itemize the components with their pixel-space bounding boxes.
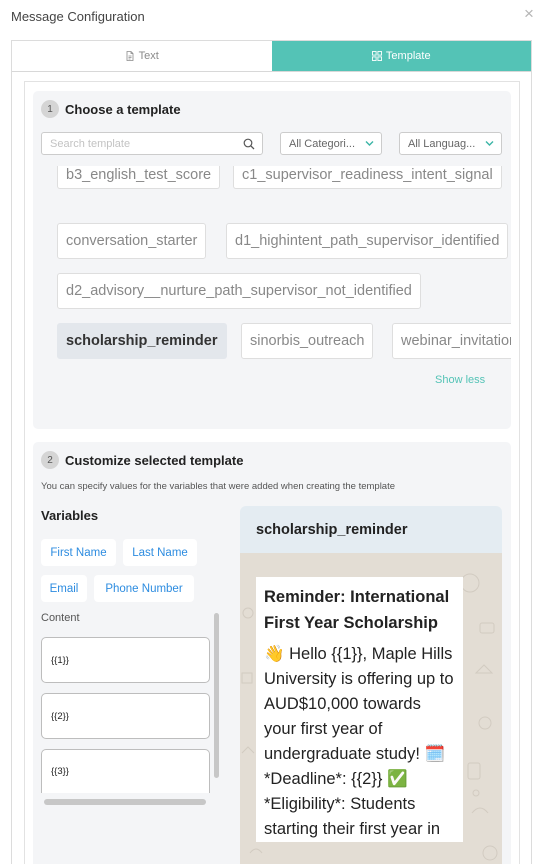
preview-template-name: scholarship_reminder <box>240 506 502 553</box>
choose-template-section: 1 Choose a template All Categori... All … <box>33 91 511 429</box>
tab-text[interactable]: Text <box>12 41 272 71</box>
tab-bar: Text Template <box>12 41 531 72</box>
document-icon <box>126 51 134 61</box>
tab-template[interactable]: Template <box>271 41 531 71</box>
message-configuration-dialog: Message Configuration × Text Template 1 … <box>0 0 548 864</box>
config-panel: Text Template 1 Choose a template All <box>11 40 532 864</box>
show-less-link[interactable]: Show less <box>435 374 485 386</box>
variables-heading: Variables <box>41 508 99 523</box>
content-field-1[interactable]: {{1}} <box>41 637 210 683</box>
variable-first-name[interactable]: First Name <box>41 539 116 566</box>
template-preview: scholarship_reminder Reminder: Internati… <box>240 506 502 864</box>
tab-template-label: Template <box>385 50 431 62</box>
section-description: You can specify values for the variables… <box>41 481 396 492</box>
step2-title: Customize selected template <box>65 452 244 468</box>
template-chip[interactable]: conversation_starter <box>57 223 207 259</box>
variable-email[interactable]: Email <box>41 575 87 602</box>
template-chip[interactable]: sinorbis_outreach <box>241 323 374 359</box>
template-chip[interactable]: d1_highintent_path_supervisor_identified <box>226 223 509 259</box>
template-content-area: 1 Choose a template All Categori... All … <box>24 81 520 864</box>
customize-template-section: 2 Customize selected template You can sp… <box>33 442 511 864</box>
close-icon[interactable]: × <box>521 4 537 24</box>
grid-icon <box>371 51 382 61</box>
step-number-badge: 2 <box>41 451 59 469</box>
template-chip-selected[interactable]: scholarship_reminder <box>57 323 227 359</box>
preview-chat-background: Reminder: International First Year Schol… <box>240 553 502 864</box>
step2-header: 2 Customize selected template <box>41 451 243 469</box>
variable-phone-number[interactable]: Phone Number <box>94 575 194 602</box>
message-body: 👋 Hello {{1}}, Maple Hills University is… <box>264 645 454 838</box>
template-list: b3_english_test_score c1_supervisor_read… <box>33 91 511 429</box>
template-chip[interactable]: c1_supervisor_readiness_intent_signal <box>233 166 502 189</box>
template-chip[interactable]: d2_advisory__nurture_path_supervisor_not… <box>57 273 421 309</box>
dialog-title: Message Configuration <box>11 9 145 24</box>
content-field-2[interactable]: {{2}} <box>41 693 210 739</box>
template-chip[interactable]: b3_english_test_score <box>57 166 221 189</box>
message-bubble: Reminder: International First Year Schol… <box>256 577 463 842</box>
template-chip[interactable]: webinar_invitation <box>392 323 511 359</box>
horizontal-scrollbar[interactable] <box>44 799 206 805</box>
vertical-scrollbar[interactable] <box>214 613 219 778</box>
content-field-3[interactable]: {{3}} <box>41 749 210 793</box>
tab-text-label: Text <box>138 50 159 62</box>
message-title: Reminder: International First Year Schol… <box>264 588 450 632</box>
variable-last-name[interactable]: Last Name <box>123 539 197 566</box>
content-label: Content <box>41 612 80 624</box>
